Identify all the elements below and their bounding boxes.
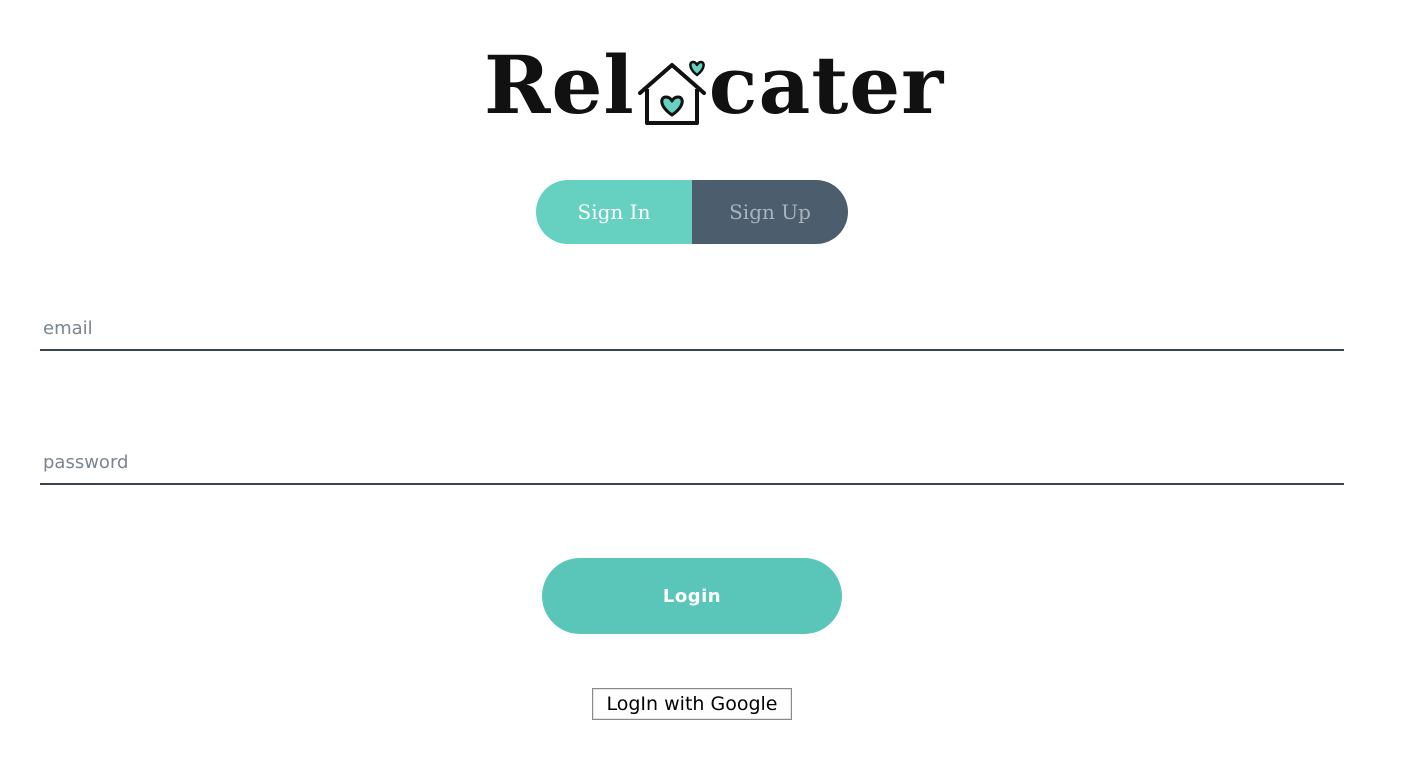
tab-sign-up[interactable]: Sign Up xyxy=(692,180,848,244)
login-button[interactable]: Login xyxy=(542,558,842,634)
logo-text-prefix: Rel xyxy=(484,38,635,132)
logo-text-suffix: cater xyxy=(708,38,945,132)
tab-sign-in[interactable]: Sign In xyxy=(536,180,692,244)
password-field[interactable] xyxy=(40,441,1344,485)
auth-mode-toggle: Sign In Sign Up xyxy=(536,180,848,244)
app-logo: Rel cater xyxy=(484,45,943,127)
house-heart-icon xyxy=(637,59,707,127)
google-login-button[interactable]: LogIn with Google xyxy=(592,688,792,720)
email-field[interactable] xyxy=(40,307,1344,351)
